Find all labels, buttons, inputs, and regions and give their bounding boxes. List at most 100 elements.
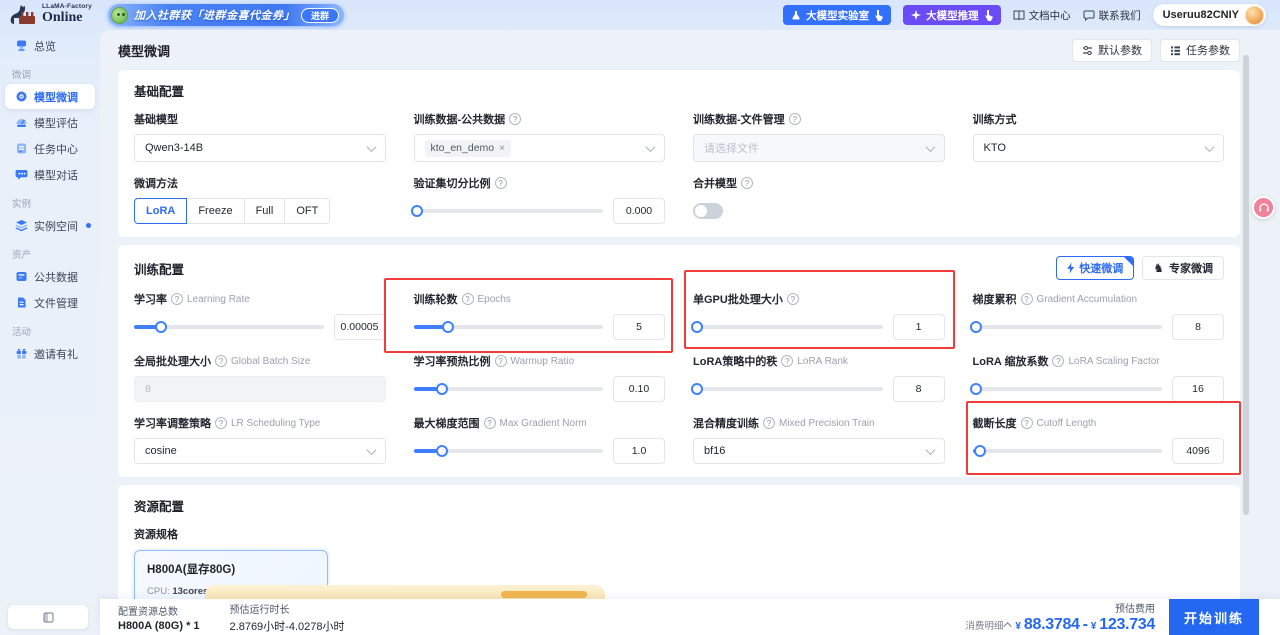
sidebar-item-overview[interactable]: 总览: [5, 33, 95, 58]
quick-finetune-button[interactable]: 快速微调: [1056, 256, 1135, 280]
slider-handle[interactable]: [411, 205, 424, 217]
precision-select[interactable]: bf16: [693, 438, 945, 464]
sidebar-section-finetune: 微调: [12, 70, 32, 81]
help-icon[interactable]: [781, 355, 794, 367]
slider-handle[interactable]: [690, 383, 703, 395]
merge-model-toggle[interactable]: [693, 203, 723, 219]
fee-symbol-max: ¥: [1090, 621, 1097, 632]
help-icon[interactable]: [741, 177, 753, 189]
brand-line2: Online: [42, 9, 83, 25]
lora-rank-slider[interactable]: [690, 383, 883, 395]
sidebar-item-model-chat[interactable]: 模型对话: [5, 162, 95, 187]
sidebar-collapse-button[interactable]: [8, 605, 88, 629]
help-icon[interactable]: [1020, 417, 1033, 429]
sidebar-item-file-manage[interactable]: 文件管理: [5, 290, 95, 315]
fee-detail-toggle[interactable]: 消费明细: [965, 618, 1013, 632]
val-split-slider[interactable]: [411, 205, 603, 217]
model-chat-icon: [15, 170, 28, 180]
help-icon[interactable]: [483, 417, 496, 429]
help-icon[interactable]: [494, 355, 507, 367]
scrollbar[interactable]: [1243, 55, 1249, 515]
max-grad-slider[interactable]: [413, 445, 603, 457]
warmup-label: 学习率预热比例: [413, 356, 491, 368]
cutoff-input[interactable]: 4096: [1172, 438, 1224, 464]
grad-acc-slider[interactable]: [970, 321, 1162, 333]
learning-rate-input[interactable]: 0.00005: [333, 314, 386, 340]
learning-rate-slider[interactable]: [134, 321, 324, 333]
method-option-freeze[interactable]: Freeze: [187, 198, 245, 224]
train-data-public-select[interactable]: kto_en_demo: [413, 134, 665, 162]
sidebar-item-instance-space[interactable]: 实例空间: [5, 213, 95, 238]
join-group-button[interactable]: 进群: [301, 7, 340, 23]
expert-finetune-button[interactable]: 专家微调: [1142, 256, 1224, 280]
help-icon[interactable]: [494, 177, 507, 189]
help-icon[interactable]: [215, 417, 227, 429]
brand-logo[interactable]: LLaMA-Factory Online: [8, 3, 92, 26]
grad-acc-input[interactable]: 8: [1172, 314, 1224, 340]
train-mode-select[interactable]: KTO: [972, 134, 1224, 162]
instance-space-icon: [15, 220, 28, 232]
sidebar-item-public-data[interactable]: 公共数据: [5, 264, 95, 289]
slider-handle[interactable]: [154, 321, 167, 333]
promo-banner-button[interactable]: [501, 591, 587, 598]
val-split-input[interactable]: 0.000: [613, 198, 665, 224]
sidebar-item-model-eval[interactable]: 模型评估: [5, 110, 95, 135]
warmup-input[interactable]: 0.10: [613, 376, 665, 402]
sidebar-item-task-center[interactable]: 任务中心: [5, 136, 95, 161]
epochs-input[interactable]: 5: [613, 314, 665, 340]
method-option-lora[interactable]: LoRA: [134, 198, 188, 224]
method-option-oft[interactable]: OFT: [285, 198, 331, 224]
base-model-select[interactable]: Qwen3-14B: [134, 134, 386, 162]
help-icon[interactable]: [1020, 293, 1033, 305]
lora-scale-slider[interactable]: [970, 383, 1162, 395]
warmup-slider[interactable]: [413, 383, 603, 395]
help-icon[interactable]: [763, 417, 775, 429]
spec-name: H800A(显存80G): [147, 564, 236, 576]
task-params-button[interactable]: 任务参数: [1160, 38, 1240, 62]
train-data-file-select[interactable]: 请选择文件: [693, 134, 945, 162]
help-icon[interactable]: [461, 293, 474, 305]
train-config-card: 训练配置 快速微调 专家微调 学习率 Learning Rate: [118, 245, 1241, 477]
epochs-slider[interactable]: [413, 321, 603, 333]
community-banner[interactable]: 加入社群获「进群金喜代金券」 进群: [108, 4, 345, 26]
slider-handle[interactable]: [970, 383, 983, 395]
help-icon[interactable]: [215, 355, 227, 367]
method-option-full[interactable]: Full: [244, 198, 286, 224]
help-icon[interactable]: [171, 293, 183, 305]
contact-us-link[interactable]: 联系我们: [1083, 8, 1141, 23]
dataset-tag[interactable]: kto_en_demo: [424, 139, 511, 157]
slider-handle[interactable]: [435, 383, 448, 395]
customer-service-float-button[interactable]: [1252, 196, 1275, 219]
llm-inference-button[interactable]: 大模型推理: [903, 5, 1001, 25]
promo-banner-peek[interactable]: [205, 585, 605, 600]
lora-rank-input[interactable]: 8: [892, 376, 945, 402]
help-icon[interactable]: [786, 293, 799, 305]
default-params-button[interactable]: 默认参数: [1072, 38, 1152, 62]
cutoff-label: 截断长度: [972, 418, 1017, 430]
epochs-label: 训练轮数: [413, 294, 458, 306]
sidebar-item-model-finetune[interactable]: 模型微调: [5, 84, 95, 109]
cutoff-slider[interactable]: [972, 445, 1162, 457]
help-icon[interactable]: [509, 113, 522, 125]
start-training-button[interactable]: 开始训练: [1169, 599, 1259, 635]
help-icon[interactable]: [1052, 355, 1065, 367]
precision-en: Mixed Precision Train: [779, 417, 875, 429]
max-grad-input[interactable]: 1.0: [613, 438, 665, 464]
footer-bar: 配置资源总数 H800A (80G) * 1 预估运行时长 2.8769小时-4…: [100, 599, 1280, 635]
gpu-batch-input[interactable]: 1: [892, 314, 945, 340]
llm-lab-button[interactable]: 大模型实验室: [783, 5, 892, 25]
slider-handle[interactable]: [435, 445, 448, 457]
expert-finetune-label: 专家微调: [1169, 263, 1213, 275]
user-menu[interactable]: Useruu82CNIY: [1152, 4, 1266, 26]
gpu-batch-slider[interactable]: [690, 321, 883, 333]
slider-handle[interactable]: [974, 445, 987, 457]
sidebar-item-invite[interactable]: 邀请有礼: [5, 341, 95, 366]
slider-handle[interactable]: [441, 321, 454, 333]
slider-handle[interactable]: [970, 321, 983, 333]
gift-icon: [16, 348, 27, 359]
lr-sched-select[interactable]: cosine: [134, 438, 386, 464]
lora-scale-input[interactable]: 16: [1172, 376, 1224, 402]
docs-center-link[interactable]: 文档中心: [1013, 8, 1071, 23]
help-icon[interactable]: [788, 113, 801, 125]
slider-handle[interactable]: [690, 321, 703, 333]
